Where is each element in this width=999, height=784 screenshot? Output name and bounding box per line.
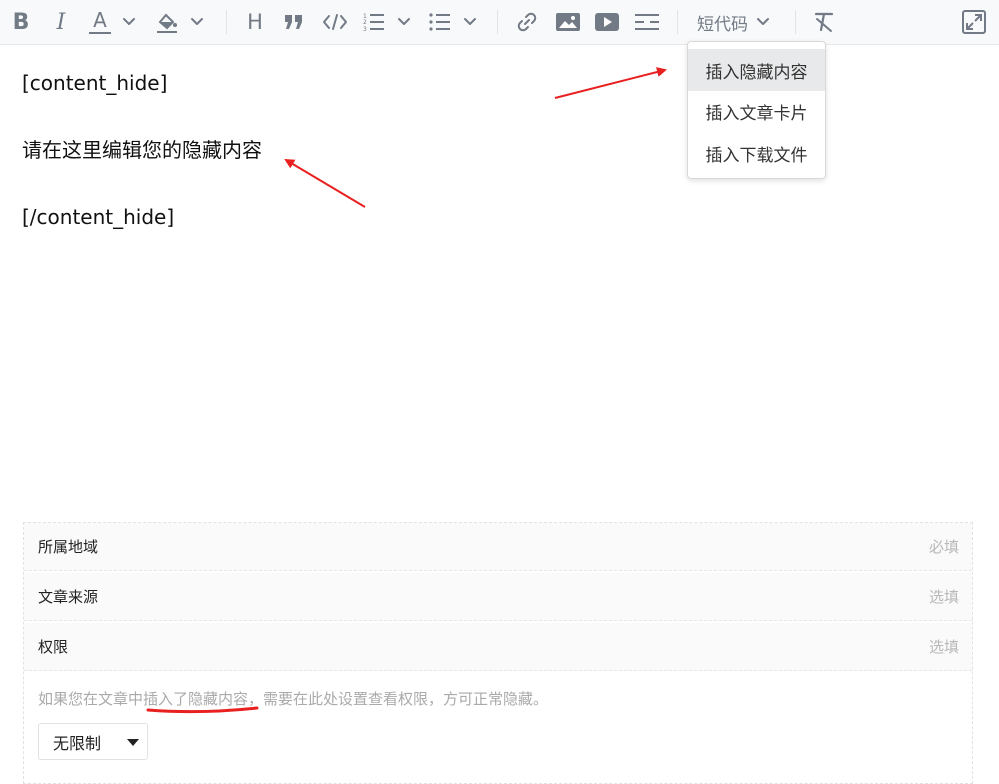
divider-icon [635, 14, 659, 30]
toolbar-divider [795, 10, 796, 34]
unordered-list-icon [429, 13, 450, 31]
editor-toolbar: B I A H 1 2 3 短代码 [0, 0, 999, 45]
code-icon [323, 14, 347, 30]
editor-line[interactable]: [content_hide] [22, 68, 167, 98]
menu-item-insert-download-file[interactable]: 插入下载文件 [688, 132, 825, 174]
caret-down-icon [127, 739, 139, 746]
permission-select-value: 无限制 [53, 733, 102, 753]
quote-icon [285, 15, 302, 29]
toolbar-divider [226, 10, 227, 34]
chevron-down-icon [757, 18, 769, 25]
unordered-list-button[interactable] [428, 0, 452, 44]
link-icon [517, 12, 537, 32]
font-color-icon: A [89, 10, 111, 34]
highlight-color-icon [157, 13, 177, 33]
horizontal-rule-button[interactable] [634, 0, 660, 44]
toolbar-divider [497, 10, 498, 34]
svg-text:3: 3 [363, 26, 367, 32]
source-field[interactable]: 文章来源 选填 [24, 573, 972, 621]
bold-icon: B [12, 9, 30, 35]
ordered-list-icon: 1 2 3 [363, 13, 384, 32]
font-color-button[interactable]: A [88, 0, 112, 44]
field-hint: 选填 [928, 638, 959, 656]
annotation-arrow [554, 67, 667, 99]
heading-icon: H [247, 10, 263, 34]
menu-item-insert-article-card[interactable]: 插入文章卡片 [688, 90, 825, 132]
editor-line[interactable]: [/content_hide] [22, 202, 174, 232]
field-label: 所属地域 [38, 538, 99, 556]
clear-format-icon [814, 12, 834, 32]
region-field[interactable]: 所属地域 必填 [24, 523, 972, 571]
video-icon [595, 13, 619, 31]
clear-format-button[interactable] [812, 0, 836, 44]
permission-select[interactable]: 无限制 [38, 723, 148, 760]
annotation-arrow [284, 158, 366, 208]
field-label: 文章来源 [38, 588, 99, 606]
shortcode-menu: 插入隐藏内容 插入文章卡片 插入下载文件 [687, 41, 826, 179]
italic-button[interactable]: I [50, 0, 72, 44]
menu-item-insert-hidden-content[interactable]: 插入隐藏内容 [688, 49, 825, 91]
highlight-color-button[interactable] [154, 0, 180, 44]
fullscreen-icon [962, 10, 986, 34]
field-label: 权限 [38, 638, 69, 656]
shortcode-label: 短代码 [697, 14, 748, 35]
field-hint: 选填 [928, 588, 959, 606]
svg-text:2: 2 [363, 19, 367, 26]
notice-highlight: 插入了隐藏内容 [143, 690, 249, 708]
font-color-dropdown[interactable] [120, 0, 138, 44]
highlight-color-dropdown[interactable] [188, 0, 206, 44]
field-hint: 必填 [928, 538, 959, 556]
chevron-down-icon [464, 18, 476, 25]
editor-line[interactable]: 请在这里编辑您的隐藏内容 [22, 135, 262, 165]
shortcode-dropdown-button[interactable]: 短代码 [697, 0, 770, 44]
fullscreen-button[interactable] [961, 0, 987, 44]
image-icon [556, 13, 580, 31]
video-button[interactable] [594, 0, 620, 44]
italic-icon: I [56, 9, 66, 35]
code-button[interactable] [322, 0, 348, 44]
link-button[interactable] [515, 0, 539, 44]
ordered-list-dropdown[interactable] [395, 0, 413, 44]
chevron-down-icon [123, 18, 135, 25]
heading-button[interactable]: H [244, 0, 266, 44]
bold-button[interactable]: B [10, 0, 32, 44]
quote-button[interactable] [282, 0, 306, 44]
chevron-down-icon [191, 18, 203, 25]
chevron-down-icon [398, 18, 410, 25]
toolbar-divider [677, 10, 678, 34]
permission-field[interactable]: 权限 选填 [24, 623, 972, 671]
post-settings-form: 所属地域 必填 文章来源 选填 权限 选填 如果您在文章中插入了隐藏内容，需要在… [23, 522, 973, 784]
unordered-list-dropdown[interactable] [461, 0, 479, 44]
ordered-list-button[interactable]: 1 2 3 [362, 0, 386, 44]
permission-notice: 如果您在文章中插入了隐藏内容，需要在此处设置查看权限，方可正常隐藏。 [38, 690, 549, 708]
image-button[interactable] [555, 0, 581, 44]
